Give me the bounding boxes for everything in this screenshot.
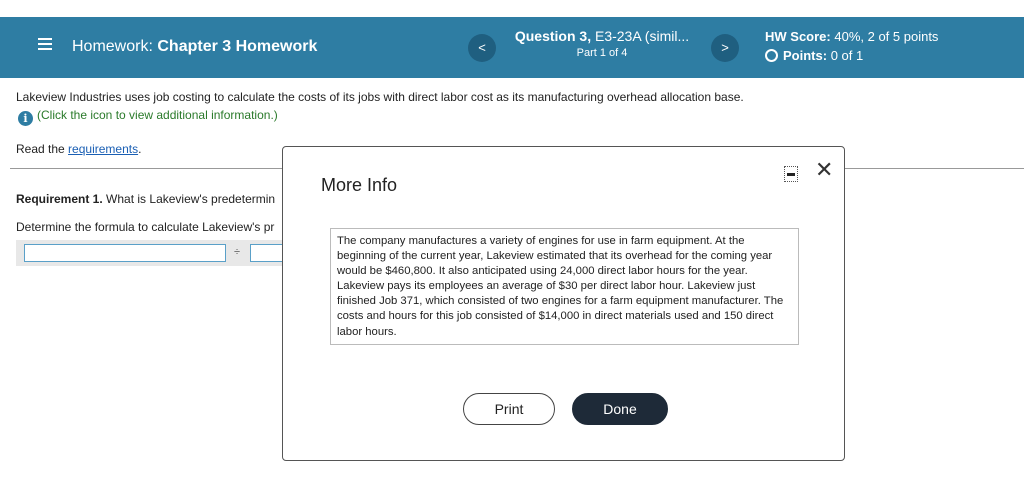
read-requirements: Read the requirements. — [16, 142, 141, 156]
more-info-dialog: More Info ✕ The company manufactures a v… — [282, 146, 845, 461]
circle-icon — [765, 49, 778, 62]
next-question-button[interactable]: > — [711, 34, 739, 62]
info-line[interactable]: i (Click the icon to view additional info… — [18, 108, 278, 126]
chevron-right-icon: > — [721, 40, 729, 55]
chevron-left-icon: < — [478, 40, 486, 55]
homework-title: Homework: Chapter 3 Homework — [72, 38, 317, 56]
points-label: Points: — [783, 48, 828, 63]
close-icon[interactable]: ✕ — [815, 159, 833, 181]
score-value: 40%, 2 of 5 points — [834, 29, 939, 44]
minimize-icon[interactable] — [784, 166, 798, 182]
top-bar: Homework: Chapter 3 Homework < Question … — [0, 17, 1024, 78]
requirement-1: Requirement 1. What is Lakeview's predet… — [16, 192, 275, 206]
info-text: The company manufactures a variety of en… — [330, 228, 799, 345]
info-link[interactable]: (Click the icon to view additional infor… — [37, 108, 278, 122]
determine-formula-text: Determine the formula to calculate Lakev… — [16, 220, 275, 234]
question-points: Points: 0 of 1 — [765, 48, 863, 63]
question-name: E3-23A (simil... — [594, 28, 690, 44]
print-button[interactable]: Print — [463, 393, 555, 425]
divide-icon: ÷ — [234, 246, 241, 258]
points-value: 0 of 1 — [830, 48, 864, 63]
homework-prefix: Homework: — [72, 38, 153, 55]
done-button[interactable]: Done — [572, 393, 668, 425]
hw-score: HW Score: 40%, 2 of 5 points — [765, 29, 938, 44]
question-label: Question 3, — [514, 28, 592, 44]
hamburger-icon[interactable] — [38, 38, 52, 50]
intro-text: Lakeview Industries uses job costing to … — [16, 90, 744, 104]
prev-question-button[interactable]: < — [468, 34, 496, 62]
requirement-label: Requirement 1. — [16, 192, 103, 206]
requirements-link[interactable]: requirements — [68, 142, 138, 156]
read-suffix: . — [138, 142, 142, 156]
dialog-title: More Info — [321, 175, 398, 195]
score-label: HW Score: — [765, 29, 831, 44]
homework-name: Chapter 3 Homework — [157, 38, 318, 55]
formula-numerator-input[interactable] — [24, 244, 226, 262]
question-part: Part 1 of 4 — [576, 47, 628, 59]
read-prefix: Read the — [16, 142, 65, 156]
question-info: Question 3, E3-23A (simil... Part 1 of 4 — [502, 28, 702, 59]
info-icon[interactable]: i — [18, 111, 33, 126]
requirement-text: What is Lakeview's predetermin — [106, 192, 276, 206]
